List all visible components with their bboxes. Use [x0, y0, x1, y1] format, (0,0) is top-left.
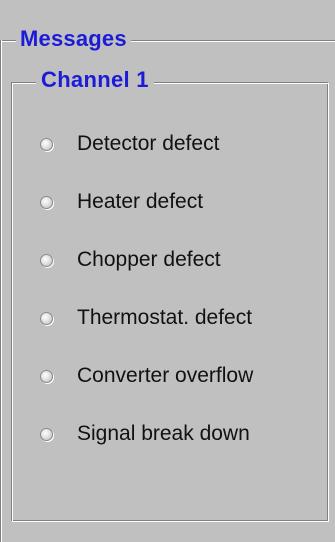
message-item-heater-defect: Heater defect [40, 182, 330, 222]
status-led-icon [40, 369, 53, 383]
message-item-signal-break-down: Signal break down [40, 414, 330, 454]
message-item-converter-overflow: Converter overflow [40, 356, 330, 396]
message-label: Heater defect [77, 190, 204, 213]
channel-group-title: Channel 1 [36, 67, 154, 93]
message-item-chopper-defect: Chopper defect [40, 240, 330, 280]
message-label: Converter overflow [77, 364, 254, 387]
status-led-icon [40, 137, 53, 151]
status-led-icon [40, 253, 53, 267]
status-led-icon [40, 195, 53, 209]
message-item-detector-defect: Detector defect [40, 124, 330, 164]
message-item-thermostat-defect: Thermostat. defect [40, 298, 330, 338]
message-list: Detector defect Heater defect Chopper de… [40, 124, 330, 472]
messages-panel: Messages Channel 1 Detector defect Heate… [0, 0, 335, 542]
message-label: Thermostat. defect [77, 306, 253, 329]
messages-group-title: Messages [16, 26, 131, 52]
message-label: Signal break down [77, 422, 250, 445]
status-led-icon [40, 311, 53, 325]
status-led-icon [40, 427, 53, 441]
message-label: Detector defect [77, 132, 220, 155]
message-label: Chopper defect [77, 248, 221, 271]
messages-group-border-left [0, 40, 2, 542]
